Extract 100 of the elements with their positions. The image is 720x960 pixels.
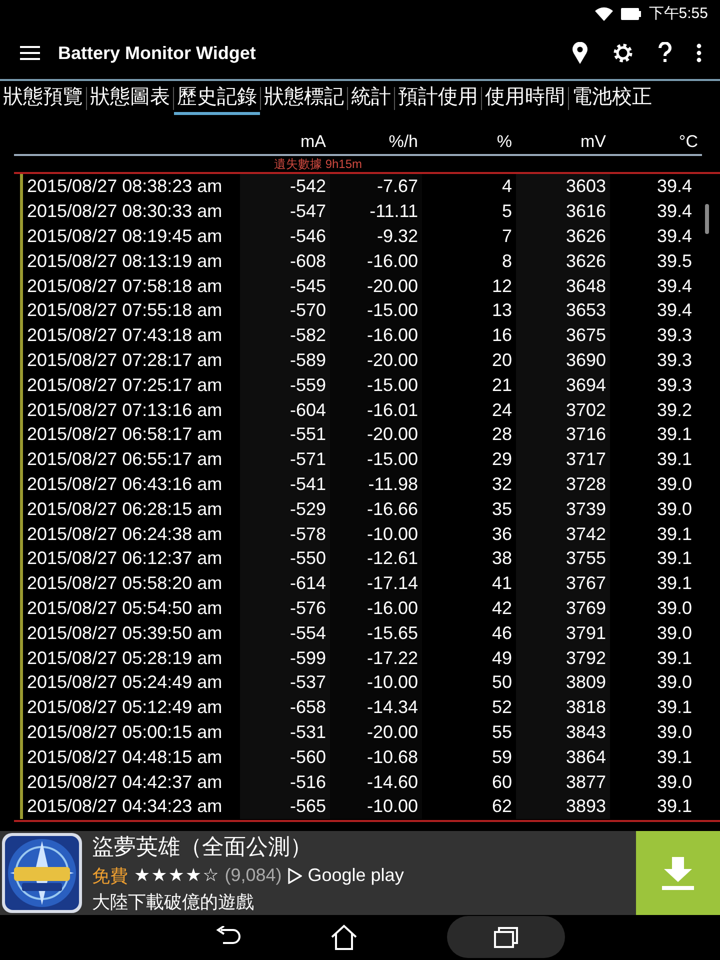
table-cell-text: 20 (490, 349, 513, 372)
table-cell: -542 (240, 174, 330, 200)
table-cell-text: 2015/08/27 05:58:20 am (26, 572, 224, 596)
star-icon: ★ (151, 865, 168, 886)
table-cell-text: 39.4 (656, 299, 693, 322)
home-icon[interactable] (331, 924, 357, 950)
table-cell: -554 (240, 620, 330, 646)
menu-icon[interactable] (20, 46, 40, 60)
table-cell: -551 (240, 422, 330, 448)
table-cell: 3675 (516, 323, 610, 348)
tab[interactable]: 使用時間 (482, 80, 568, 115)
table-cell: -11.11 (330, 199, 422, 224)
table-cell-text: 2015/08/27 07:13:16 am (26, 398, 224, 422)
help-icon[interactable] (658, 42, 672, 64)
tab[interactable]: 歷史記錄 (174, 80, 260, 115)
table-cell: -560 (240, 744, 330, 770)
table-cell: 3792 (516, 646, 610, 670)
table-cell-text: 49 (490, 646, 513, 670)
ad-tagline: 大陸下載破億的遊戲 (92, 890, 255, 914)
table-cell-text: 2015/08/27 04:48:15 am (26, 746, 224, 769)
table-cell: 3739 (516, 496, 610, 522)
table-cell-text: 39.3 (656, 324, 693, 348)
more-options-icon[interactable] (696, 43, 702, 64)
table-cell-text: 29 (490, 448, 513, 472)
table-cell: -15.65 (330, 620, 422, 646)
scroll-thumb[interactable] (705, 204, 709, 234)
star-icon: ★ (185, 865, 202, 886)
table-cell: -16.00 (330, 248, 422, 274)
table-cell-text: 21 (490, 374, 513, 397)
table-cell: -608 (240, 248, 330, 274)
table-cell-text: 28 (490, 423, 513, 446)
table-cell: -16.00 (330, 596, 422, 621)
tab[interactable]: 狀態圖表 (87, 80, 173, 115)
table-cell: -537 (240, 670, 330, 696)
battery-icon (620, 8, 641, 20)
table-cell-text: 2015/08/27 05:54:50 am (26, 596, 224, 620)
table-cell-text: 2015/08/27 04:34:23 am (26, 795, 224, 818)
table-cell: -12.61 (330, 546, 422, 572)
table-cell: 3755 (516, 546, 610, 572)
table-cell-text: 2015/08/27 08:30:33 am (26, 200, 224, 224)
table-cell: -550 (240, 546, 330, 572)
table-cell-text: 4 (500, 175, 513, 198)
table-cell: -516 (240, 770, 330, 794)
table-cell: -7.67 (330, 174, 422, 200)
table-cell: -14.60 (330, 770, 422, 794)
table-cell-text: 39.1 (656, 646, 693, 670)
table-cell-text: 39.0 (656, 720, 693, 744)
table-cell-text: 39.1 (656, 547, 693, 570)
star-icon: ★ (168, 865, 184, 886)
recent-apps-icon[interactable] (493, 925, 519, 950)
table-cell: 3690 (516, 348, 610, 373)
table-cell-text: 2015/08/27 07:25:17 am (26, 374, 224, 397)
table-cell: 3626 (516, 224, 610, 249)
tab[interactable]: 電池校正 (569, 80, 655, 115)
table-cell: -529 (240, 496, 330, 522)
table-cell-text: 39.0 (656, 596, 693, 620)
table-cell: 3603 (516, 174, 610, 200)
table-cell-text: 55 (490, 720, 513, 744)
table-cell: -589 (240, 348, 330, 373)
table-cell-text: 41 (490, 572, 513, 596)
table-cell: 3877 (516, 770, 610, 794)
table-cell-text: 39.1 (656, 572, 693, 596)
tab[interactable]: 預計使用 (395, 80, 481, 115)
table-cell: -20.00 (330, 348, 422, 373)
table-cell: -17.14 (330, 571, 422, 596)
table-cell-text: 39.4 (656, 225, 693, 248)
table-cell: -10.00 (330, 670, 422, 696)
table-cell: 3717 (516, 447, 610, 472)
settings-icon[interactable] (612, 42, 634, 64)
table-cell: -16.01 (330, 398, 422, 422)
table-cell: -582 (240, 323, 330, 348)
tab[interactable]: 狀態標記 (261, 80, 347, 115)
table-cell-text: 2015/08/27 05:00:15 am (26, 720, 224, 744)
table-cell-text: 39.3 (656, 374, 693, 397)
location-pin-icon[interactable] (572, 42, 588, 64)
table-cell: -578 (240, 522, 330, 546)
table-cell: -9.32 (330, 224, 422, 249)
table-cell: 3626 (516, 248, 610, 274)
table-cell-text: 39.5 (656, 250, 693, 273)
table-cell-text: 2015/08/27 05:28:19 am (26, 646, 224, 670)
table-cell: 3728 (516, 472, 610, 497)
table-cell-text: 2015/08/27 06:55:17 am (26, 448, 224, 472)
table-cell: -531 (240, 720, 330, 745)
table-cell: -14.34 (330, 695, 422, 720)
tab[interactable]: 統計 (348, 80, 394, 115)
table-cell-text: 52 (490, 696, 513, 720)
table-cell: -604 (240, 398, 330, 422)
table-cell-text: 13 (490, 299, 513, 322)
table-cell-text: 2015/08/27 08:13:19 am (26, 250, 224, 273)
table-cell: -15.00 (330, 447, 422, 472)
table-cell: -576 (240, 596, 330, 621)
tab[interactable]: 狀態預覽 (0, 80, 86, 115)
table-cell-text: 12 (490, 274, 513, 298)
table-cell-text: 2015/08/27 06:43:16 am (26, 473, 224, 496)
table-cell: 3616 (516, 199, 610, 224)
table-cell-text: 39.1 (656, 696, 693, 720)
table-cell-text: 39.1 (656, 448, 693, 472)
table-cell: -570 (240, 298, 330, 324)
table-cell: 3653 (516, 298, 610, 324)
ad-title[interactable]: 盜夢英雄（全面公測） (92, 832, 636, 862)
